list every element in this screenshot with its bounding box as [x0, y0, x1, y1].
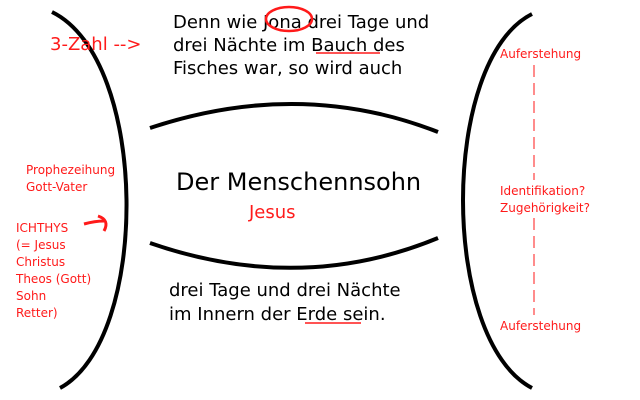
ichthys-line-3: Christus	[16, 255, 65, 269]
belonging-label: Zugehörigkeit?	[500, 201, 590, 215]
three-number-label: 3-Zahl -->	[50, 34, 142, 55]
ichthys-line-1: ICHTHYS	[16, 221, 68, 235]
bottom-text-line-2: im Innern der Erde sein.	[169, 304, 386, 325]
ichthys-arrow-icon	[83, 214, 108, 232]
ichthys-line-2: (= Jesus	[16, 238, 66, 252]
center-title: Der Menschennsohn	[176, 168, 421, 196]
center-subtitle: Jesus	[248, 202, 296, 223]
ichthys-line-6: Retter)	[16, 306, 58, 320]
prophecy-line-2: Gott-Vater	[26, 180, 87, 194]
ichthys-line-4: Theos (Gott)	[15, 272, 91, 286]
top-text-line-3: Fisches war, so wird auch	[173, 58, 402, 79]
diagram: Denn wie Jona drei Tage und drei Nächte …	[15, 5, 590, 390]
bottom-text-line-1: drei Tage und drei Nächte	[169, 280, 401, 301]
resurrection-bottom-label: Auferstehung	[500, 319, 581, 333]
lens-top-arc	[149, 102, 439, 134]
left-bracket-arc	[51, 10, 129, 390]
ichthys-line-5: Sohn	[16, 289, 46, 303]
lens-bottom-arc	[149, 236, 439, 270]
identification-label: Identifikation?	[500, 184, 585, 198]
prophecy-line-1: Prophezeihung	[26, 163, 115, 177]
resurrection-top-label: Auferstehung	[500, 47, 581, 61]
